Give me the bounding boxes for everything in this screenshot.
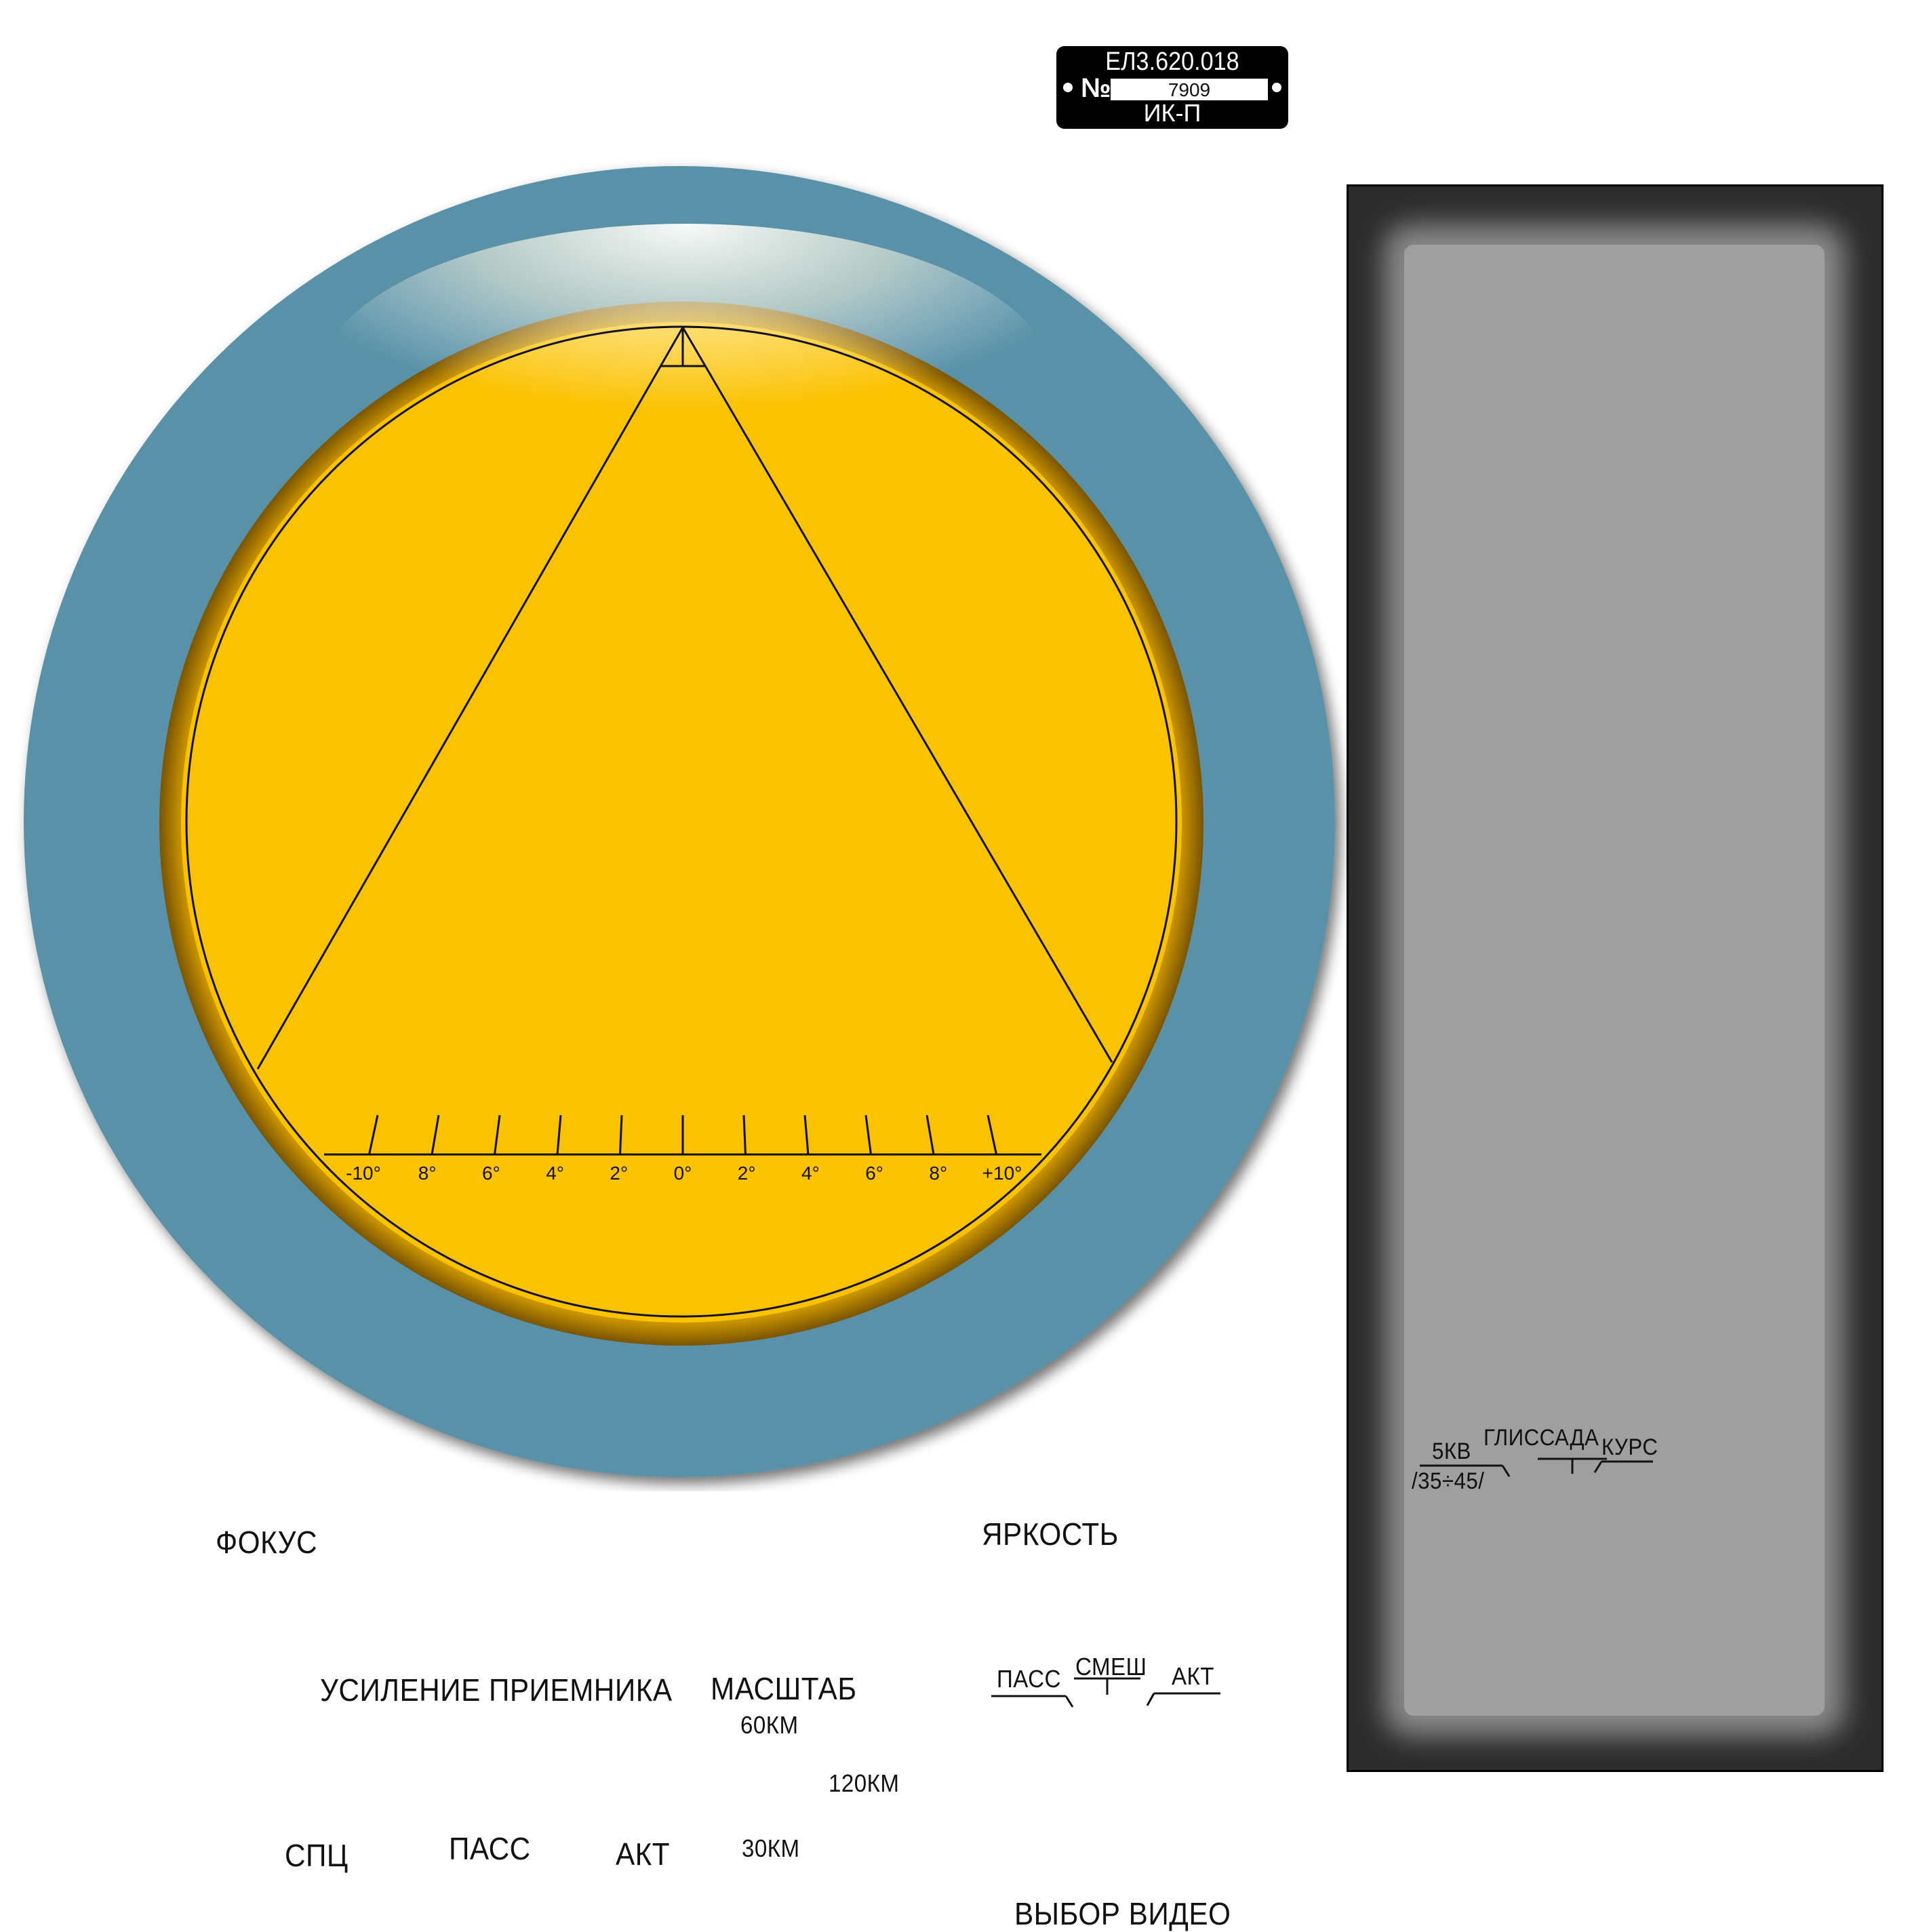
scale-label: 8° bbox=[418, 1163, 437, 1184]
scale-label: 8° bbox=[929, 1163, 947, 1184]
label-brightness: ЯРКОСТЬ bbox=[982, 1516, 1119, 1552]
label-scale: МАСШТАБ bbox=[711, 1671, 857, 1706]
label-glide: ГЛИССАДА bbox=[1484, 1425, 1599, 1451]
right-panel bbox=[1347, 184, 1884, 1772]
scale-label: 0° bbox=[674, 1163, 692, 1184]
scale-label: 2° bbox=[610, 1163, 628, 1184]
label-mode-spc: СПЦ bbox=[285, 1838, 349, 1873]
label-focus: ФОКУС bbox=[216, 1525, 317, 1560]
label-mode-akt: АКТ bbox=[616, 1836, 671, 1872]
label-mode-pass: ПАСС bbox=[449, 1831, 531, 1866]
scale-label: 4° bbox=[546, 1163, 564, 1184]
label-scale-60km: 60КМ bbox=[740, 1711, 799, 1739]
scale-label: 2° bbox=[738, 1163, 756, 1184]
label-scale-120km: 120КМ bbox=[829, 1769, 900, 1797]
label-scale-30km: 30КМ bbox=[742, 1834, 800, 1862]
switch-marks-video bbox=[991, 1677, 1220, 1708]
scale-label: -10° bbox=[346, 1163, 381, 1184]
scale-label: 4° bbox=[801, 1163, 820, 1184]
label-receiver-gain: УСИЛЕНИЕ ПРИЕМНИКА bbox=[320, 1672, 673, 1708]
scale-label: 6° bbox=[865, 1163, 883, 1184]
screen-glare bbox=[320, 224, 1052, 536]
scale-label: +10° bbox=[982, 1163, 1022, 1184]
right-panel-window bbox=[1404, 245, 1825, 1716]
label-video-select: ВЫБОР ВИДЕО bbox=[1014, 1896, 1231, 1931]
switch-marks-panel bbox=[1420, 1457, 1653, 1477]
radar-scope: -10° 8° 6° 4° 2° 0° 2° 4° 6° 8° +10° bbox=[24, 166, 1335, 1477]
scale-label: 6° bbox=[482, 1163, 500, 1184]
